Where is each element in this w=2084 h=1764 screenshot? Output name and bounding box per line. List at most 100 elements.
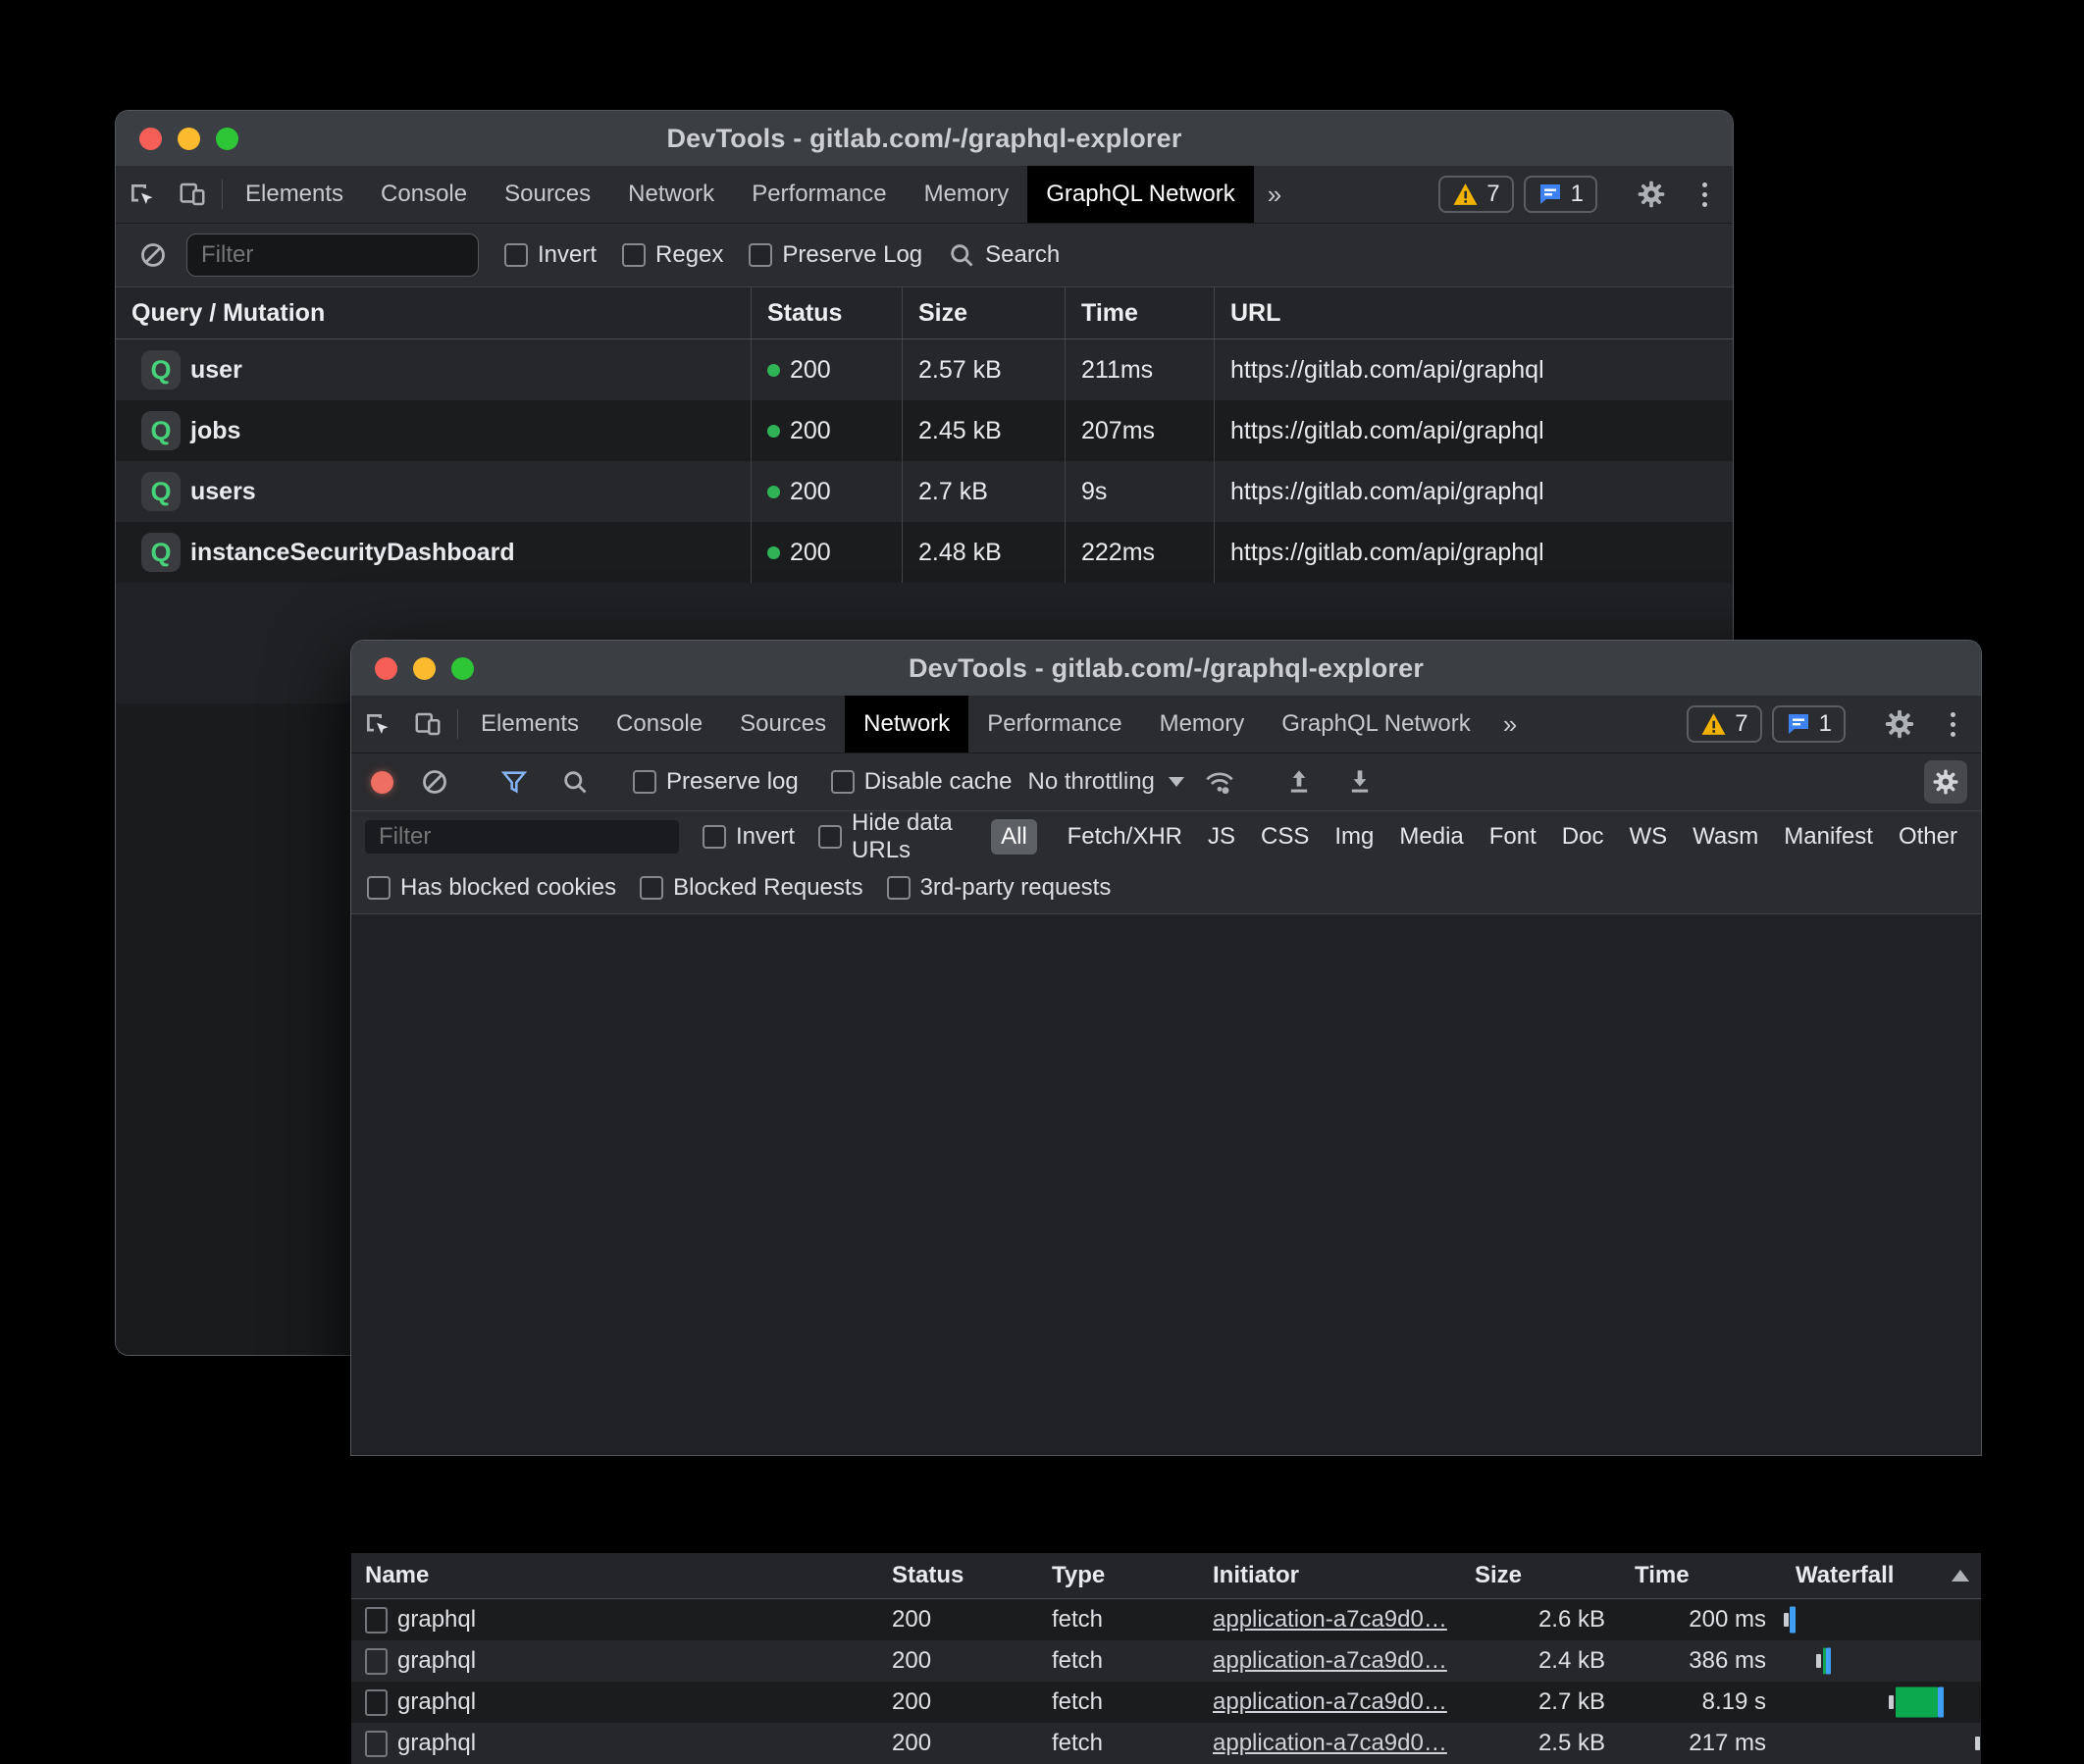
col-status[interactable]: Status <box>751 287 902 338</box>
initiator-link[interactable]: application-a7ca9d0… <box>1213 1730 1447 1757</box>
tab-graphql-network[interactable]: GraphQL Network <box>1263 696 1489 752</box>
filter-chip-js[interactable]: JS <box>1198 819 1245 855</box>
filter-chip-manifest[interactable]: Manifest <box>1774 819 1883 855</box>
table-row[interactable]: Qjobs 200 2.45 kB 207ms https://gitlab.c… <box>116 400 1733 461</box>
checkbox[interactable] <box>622 243 646 267</box>
filter-chip-img[interactable]: Img <box>1325 819 1383 855</box>
title-bar[interactable]: DevTools - gitlab.com/-/graphql-explorer <box>116 111 1733 166</box>
has-blocked-cookies-checkbox[interactable]: Has blocked cookies <box>367 874 616 902</box>
hide-data-urls-checkbox[interactable]: Hide data URLs <box>818 809 975 864</box>
tab-network[interactable]: Network <box>845 696 968 752</box>
filter-chip-wasm[interactable]: Wasm <box>1683 819 1768 855</box>
table-row[interactable]: graphql 200 fetch application-a7ca9d0… 2… <box>351 1640 1981 1682</box>
settings-gear-icon[interactable] <box>1874 707 1925 741</box>
warnings-badge[interactable]: 7 <box>1687 705 1761 743</box>
tab-memory[interactable]: Memory <box>1141 696 1264 752</box>
checkbox[interactable] <box>640 876 663 900</box>
inspect-element-button[interactable] <box>351 696 402 752</box>
col-type[interactable]: Type <box>1038 1553 1199 1598</box>
device-toolbar-button[interactable] <box>402 696 453 752</box>
tab-graphql-network[interactable]: GraphQL Network <box>1027 166 1254 223</box>
more-tabs-icon[interactable]: » <box>1489 696 1531 752</box>
filter-chip-font[interactable]: Font <box>1480 819 1546 855</box>
initiator-link[interactable]: application-a7ca9d0… <box>1213 1688 1447 1716</box>
col-query-mutation[interactable]: Query / Mutation <box>116 287 751 338</box>
waterfall-bar[interactable] <box>1782 1640 1983 1682</box>
table-row[interactable]: graphql 200 fetch application-a7ca9d0… 2… <box>351 1723 1981 1764</box>
checkbox[interactable] <box>887 876 911 900</box>
settings-gear-icon[interactable] <box>1626 179 1677 210</box>
initiator-link[interactable]: application-a7ca9d0… <box>1213 1606 1447 1634</box>
disable-cache-checkbox[interactable]: Disable cache <box>831 768 1013 796</box>
row-checkbox[interactable] <box>365 1607 388 1634</box>
row-checkbox[interactable] <box>365 1731 388 1757</box>
filter-chip-other[interactable]: Other <box>1889 819 1967 855</box>
col-initiator[interactable]: Initiator <box>1199 1553 1461 1598</box>
search-icon[interactable] <box>549 768 600 796</box>
kebab-menu-icon[interactable] <box>1935 712 1971 737</box>
network-settings-gear-icon[interactable] <box>1924 760 1967 804</box>
filter-funnel-icon[interactable] <box>489 768 540 796</box>
preserve-log-checkbox[interactable]: Preserve Log <box>749 241 922 269</box>
throttling-select[interactable]: No throttling <box>1027 768 1183 796</box>
issues-badge[interactable]: 1 <box>1524 176 1597 213</box>
filter-chip-css[interactable]: CSS <box>1251 819 1319 855</box>
table-row[interactable]: graphql 200 fetch application-a7ca9d0… 2… <box>351 1682 1981 1723</box>
more-tabs-icon[interactable]: » <box>1254 166 1295 223</box>
checkbox[interactable] <box>818 825 842 849</box>
col-time[interactable]: Time <box>1065 287 1214 338</box>
tab-elements[interactable]: Elements <box>462 696 598 752</box>
initiator-link[interactable]: application-a7ca9d0… <box>1213 1647 1447 1675</box>
checkbox[interactable] <box>703 825 726 849</box>
tab-sources[interactable]: Sources <box>486 166 609 223</box>
table-row[interactable]: Qusers 200 2.7 kB 9s https://gitlab.com/… <box>116 461 1733 522</box>
tab-console[interactable]: Console <box>598 696 721 752</box>
preserve-log-checkbox[interactable]: Preserve log <box>633 768 799 796</box>
tab-sources[interactable]: Sources <box>721 696 845 752</box>
import-har-icon[interactable] <box>1274 768 1325 796</box>
table-row[interactable]: graphql 200 fetch application-a7ca9d0… 2… <box>351 1599 1981 1640</box>
regex-checkbox[interactable]: Regex <box>622 241 723 269</box>
search-button[interactable]: Search <box>948 241 1060 269</box>
filter-chip-media[interactable]: Media <box>1389 819 1473 855</box>
invert-checkbox[interactable]: Invert <box>703 823 795 851</box>
waterfall-bar[interactable] <box>1782 1599 1983 1640</box>
filter-chip-doc[interactable]: Doc <box>1552 819 1614 855</box>
checkbox[interactable] <box>504 243 528 267</box>
tab-console[interactable]: Console <box>362 166 486 223</box>
col-waterfall[interactable]: Waterfall <box>1782 1553 1983 1598</box>
waterfall-bar[interactable] <box>1782 1682 1983 1723</box>
warnings-badge[interactable]: 7 <box>1438 176 1513 213</box>
tab-performance[interactable]: Performance <box>733 166 905 223</box>
invert-checkbox[interactable]: Invert <box>504 241 597 269</box>
third-party-requests-checkbox[interactable]: 3rd-party requests <box>887 874 1112 902</box>
col-time[interactable]: Time <box>1621 1553 1782 1598</box>
title-bar[interactable]: DevTools - gitlab.com/-/graphql-explorer <box>351 641 1981 696</box>
checkbox[interactable] <box>633 770 656 794</box>
row-checkbox[interactable] <box>365 1648 388 1675</box>
network-conditions-icon[interactable] <box>1194 766 1245 798</box>
filter-chip-fetch-xhr[interactable]: Fetch/XHR <box>1058 819 1192 855</box>
col-status[interactable]: Status <box>878 1553 1038 1598</box>
filter-input[interactable] <box>186 233 479 277</box>
col-size[interactable]: Size <box>1461 1553 1621 1598</box>
col-url[interactable]: URL <box>1214 287 1735 338</box>
network-filter-input[interactable] <box>365 820 679 854</box>
waterfall-bar[interactable] <box>1782 1723 1983 1764</box>
row-checkbox[interactable] <box>365 1689 388 1716</box>
kebab-menu-icon[interactable] <box>1687 182 1723 207</box>
checkbox[interactable] <box>367 876 391 900</box>
tab-network[interactable]: Network <box>609 166 733 223</box>
table-row[interactable]: Quser 200 2.57 kB 211ms https://gitlab.c… <box>116 339 1733 400</box>
record-network-log-button[interactable] <box>371 771 393 794</box>
issues-badge[interactable]: 1 <box>1772 705 1846 743</box>
checkbox[interactable] <box>749 243 772 267</box>
export-har-icon[interactable] <box>1334 768 1385 796</box>
filter-chip-ws[interactable]: WS <box>1619 819 1677 855</box>
clear-icon[interactable] <box>409 768 460 796</box>
device-toolbar-button[interactable] <box>167 166 218 223</box>
inspect-element-button[interactable] <box>116 166 167 223</box>
table-row[interactable]: QinstanceSecurityDashboard 200 2.48 kB 2… <box>116 522 1733 583</box>
tab-memory[interactable]: Memory <box>906 166 1028 223</box>
filter-chip-all[interactable]: All <box>991 819 1037 855</box>
